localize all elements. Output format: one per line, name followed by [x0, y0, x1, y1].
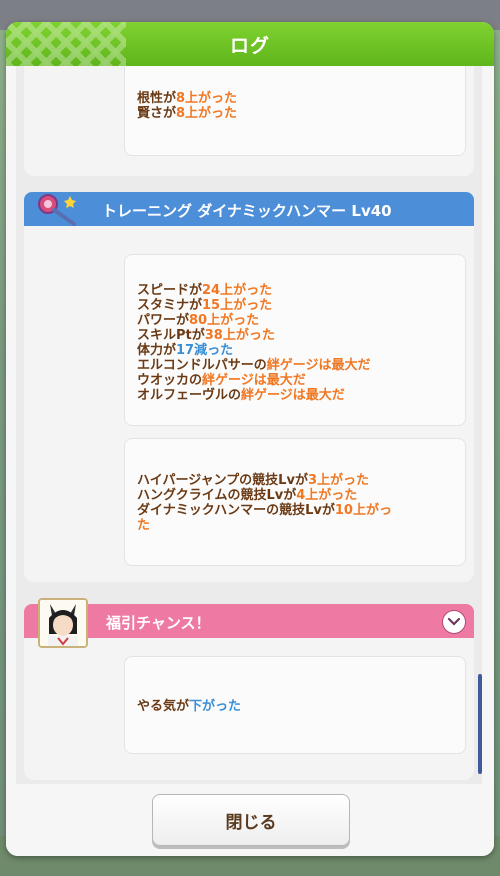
character-portrait	[40, 600, 86, 646]
log-section-event: 福引チャンス！ やる気が下がった	[24, 598, 474, 780]
character-avatar	[38, 598, 88, 648]
log-line: スキルPtが38上がった	[137, 328, 275, 343]
log-card: やる気が下がった	[124, 656, 466, 754]
log-section-training: トレーニング ダイナミックハンマー Lv40 スピードが24上がった スタミナが…	[24, 192, 474, 582]
dialog-title: ログ	[229, 34, 270, 57]
log-line: 賢さが8上がった	[137, 106, 238, 121]
log-line: ウオッカの絆ゲージは最大だ	[137, 373, 306, 388]
dialog-footer: 閉じる	[6, 784, 494, 856]
training-header[interactable]: トレーニング ダイナミックハンマー Lv40	[24, 192, 474, 226]
scrollbar-thumb[interactable]	[478, 674, 482, 774]
log-lines: 根性が8上がった 賢さが8上がった	[137, 91, 237, 121]
log-scroll-area[interactable]: 根性が8上がった 賢さが8上がった トレーニング ダイナミックハンマー Lv40…	[16, 66, 482, 784]
log-line: 体力が17減った	[137, 343, 234, 358]
log-line: オルフェーヴルの絆ゲージは最大だ	[137, 388, 345, 403]
training-title: トレーニング ダイナミックハンマー Lv40	[102, 202, 392, 220]
chevron-down-icon	[447, 617, 461, 626]
event-title: 福引チャンス！	[106, 614, 211, 632]
log-card: 根性が8上がった 賢さが8上がった	[124, 66, 466, 156]
log-line: た	[137, 518, 151, 533]
log-line: パワーが80上がった	[137, 313, 260, 328]
expand-button[interactable]	[442, 610, 466, 634]
log-line: ハングクライムの競技Lvが4上がった	[137, 488, 358, 503]
log-line: スピードが24上がった	[137, 283, 273, 298]
log-line: エルコンドルパサーの絆ゲージは最大だ	[137, 358, 371, 373]
log-line: やる気が下がった	[137, 699, 242, 714]
titlebar-pattern	[6, 22, 126, 66]
log-card: スピードが24上がった スタミナが15上がった パワーが80上がった スキルPt…	[124, 254, 466, 426]
log-lines: やる気が下がった	[137, 699, 241, 714]
event-header[interactable]: 福引チャンス！	[24, 598, 474, 648]
log-dialog: ログ 根性が8上がった 賢さが8上がった トレーニング ダイナミックハンマー L…	[6, 22, 494, 856]
log-lines: ハイパージャンプの競技Lvが3上がった ハングクライムの競技Lvが4上がった ダ…	[137, 473, 392, 533]
close-button[interactable]: 閉じる	[152, 794, 350, 846]
hammer-icon	[38, 194, 76, 226]
log-line: スタミナが15上がった	[137, 298, 273, 313]
log-card: ハイパージャンプの競技Lvが3上がった ハングクライムの競技Lvが4上がった ダ…	[124, 438, 466, 566]
log-line: ダイナミックハンマーの競技Lvが10上がっ	[137, 503, 392, 518]
log-section-previous: 根性が8上がった 賢さが8上がった	[24, 66, 474, 176]
log-line: ハイパージャンプの競技Lvが3上がった	[137, 473, 369, 488]
log-lines: スピードが24上がった スタミナが15上がった パワーが80上がった スキルPt…	[137, 283, 371, 403]
log-line: 根性が8上がった	[137, 91, 238, 106]
dialog-titlebar: ログ	[6, 22, 494, 66]
